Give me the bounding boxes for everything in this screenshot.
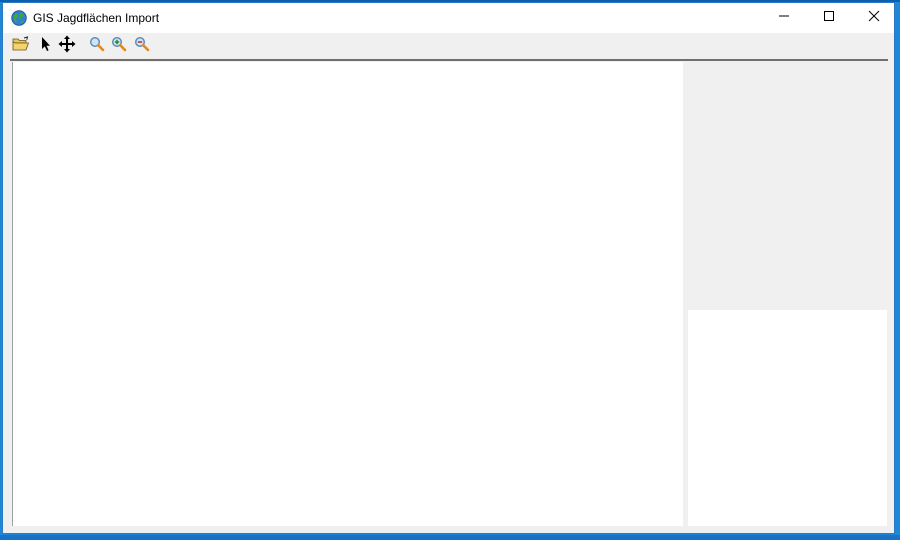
window-title: GIS Jagdflächen Import	[33, 11, 160, 25]
pan-tool-button[interactable]	[57, 35, 77, 58]
minimize-button[interactable]	[761, 3, 806, 33]
toolbar	[3, 33, 894, 59]
side-panel-top	[686, 62, 886, 308]
title-bar[interactable]: GIS Jagdflächen Import	[3, 3, 894, 33]
zoom-out-button[interactable]	[132, 36, 152, 56]
pan-arrows-icon	[58, 35, 76, 58]
open-file-button[interactable]	[11, 35, 31, 57]
globe-icon	[11, 10, 27, 26]
minimize-icon	[778, 9, 790, 27]
client-area	[10, 61, 888, 527]
side-panel-list[interactable]	[688, 310, 887, 526]
taskbar-edge	[0, 535, 900, 540]
map-canvas[interactable]	[12, 62, 683, 526]
magnifier-icon	[89, 36, 105, 57]
open-folder-icon	[12, 35, 30, 57]
zoom-out-icon	[134, 36, 150, 57]
zoom-tool-button[interactable]	[87, 36, 107, 56]
select-tool-button[interactable]	[35, 36, 55, 56]
close-button[interactable]	[851, 3, 896, 33]
zoom-in-button[interactable]	[109, 36, 129, 56]
maximize-icon	[823, 9, 835, 27]
close-icon	[868, 9, 880, 27]
app-window: GIS Jagdflächen Import	[2, 2, 895, 534]
zoom-in-icon	[111, 36, 127, 57]
arrow-pointer-icon	[38, 36, 52, 57]
maximize-button[interactable]	[806, 3, 851, 33]
